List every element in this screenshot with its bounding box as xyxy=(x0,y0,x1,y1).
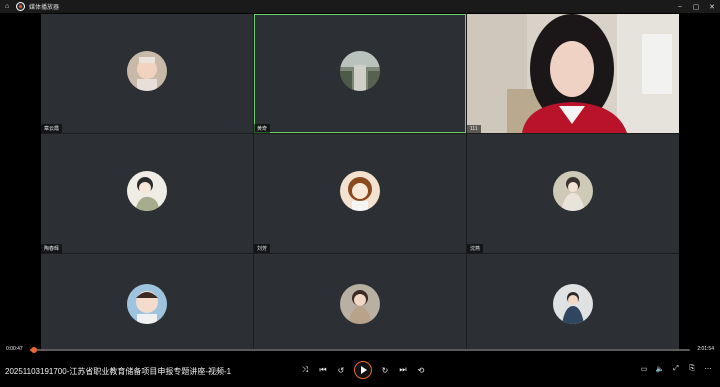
close-icon[interactable]: ✕ xyxy=(704,0,720,13)
participant-name: 章云霞 xyxy=(41,124,63,133)
app-title: 媒体播放器 xyxy=(29,5,60,11)
participant-tile[interactable] xyxy=(467,254,679,349)
participant-tile[interactable] xyxy=(41,254,253,349)
camera-feed xyxy=(467,14,679,133)
avatar xyxy=(127,170,167,211)
participant-name: 陶春辉 xyxy=(41,244,63,253)
seek-thumb[interactable] xyxy=(31,347,38,353)
repeat-icon[interactable]: ⟲ xyxy=(414,361,428,379)
more-icon[interactable]: ⋯ xyxy=(702,362,714,376)
participant-tile[interactable]: 陶春辉 xyxy=(41,134,253,253)
avatar xyxy=(340,50,380,91)
shuffle-icon[interactable]: ⤨ xyxy=(298,361,312,379)
participant-tile[interactable]: 111 xyxy=(467,14,679,133)
participant-tile[interactable] xyxy=(254,254,466,349)
forward-30-icon[interactable]: ↻ xyxy=(378,361,392,379)
participant-tile[interactable]: 黄奇 xyxy=(254,14,466,133)
home-icon[interactable]: ⌂ xyxy=(0,0,14,13)
minimize-icon[interactable]: – xyxy=(672,0,688,13)
volume-icon[interactable]: 🔈 xyxy=(654,362,666,376)
avatar xyxy=(127,50,167,91)
video-title: 20251103191700-江苏省职业教育储备项目申报专题讲座-视频-1 xyxy=(5,367,232,376)
title-bar: ⌂ 媒体播放器 – ▢ ✕ xyxy=(0,0,720,13)
participant-tile[interactable]: 章云霞 xyxy=(41,14,253,133)
app-logo-icon xyxy=(16,2,25,11)
participant-name: 黄奇 xyxy=(254,124,271,133)
rewind-10-icon[interactable]: ↺ xyxy=(334,361,348,379)
playback-controls: ⤨ ⏮ ↺ ↻ ⏭ ⟲ xyxy=(298,361,428,379)
participant-tile[interactable]: 沈燕 xyxy=(467,134,679,253)
avatar xyxy=(340,283,380,324)
previous-icon[interactable]: ⏮ xyxy=(316,361,330,379)
next-icon[interactable]: ⏭ xyxy=(396,361,410,379)
avatar xyxy=(553,170,593,211)
maximize-icon[interactable]: ▢ xyxy=(688,0,704,13)
avatar xyxy=(553,283,593,324)
current-time: 0:00:47 xyxy=(6,346,23,352)
avatar xyxy=(340,170,380,211)
right-controls: ▭ 🔈 ⤢ ⎘ ⋯ xyxy=(638,362,714,376)
video-grid: 章云霞 黄奇 111 陶春辉 刘芳 沈燕 xyxy=(41,14,679,349)
participant-name: 刘芳 xyxy=(254,244,271,253)
seek-bar[interactable] xyxy=(30,347,690,353)
participant-name: 111 xyxy=(467,125,481,133)
participant-tile[interactable]: 刘芳 xyxy=(254,134,466,253)
fullscreen-icon[interactable]: ⤢ xyxy=(670,362,682,376)
window-controls: – ▢ ✕ xyxy=(672,0,720,13)
cast-icon[interactable]: ⎘ xyxy=(686,362,698,376)
total-time: 2:01:54 xyxy=(697,346,714,352)
miniplayer-icon[interactable]: ▭ xyxy=(638,362,650,376)
participant-name: 沈燕 xyxy=(467,244,484,253)
avatar xyxy=(127,283,167,324)
play-button[interactable] xyxy=(354,361,372,379)
